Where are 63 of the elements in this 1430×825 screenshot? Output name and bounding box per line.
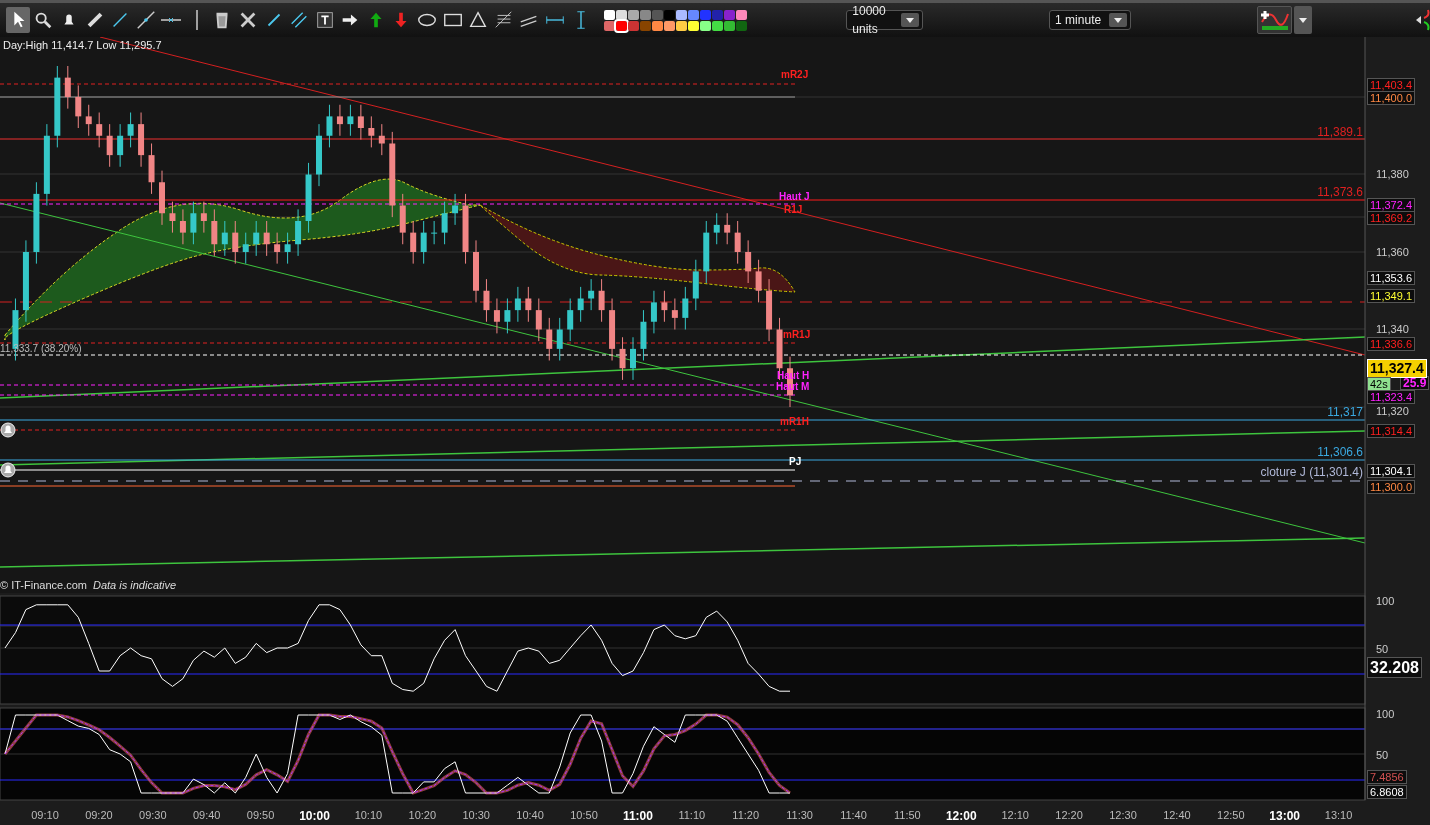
last-price-tag: 11,327.4 xyxy=(1367,359,1427,378)
time-axis-label: 11:10 xyxy=(678,808,706,823)
rsi-value-tag: 32.208 xyxy=(1367,657,1422,678)
axis-tick-label: 11,380 xyxy=(1376,168,1409,180)
time-axis-label: 09:50 xyxy=(246,808,275,823)
axis-tick-label: 100 xyxy=(1376,595,1395,607)
time-axis-label: 12:40 xyxy=(1163,808,1191,823)
level-label: R1J xyxy=(784,204,803,216)
countdown-badge: 42s xyxy=(1367,377,1391,391)
time-axis-label: 12:50 xyxy=(1217,808,1245,823)
line-label: 11,373.6 xyxy=(1317,186,1363,198)
stochastic-value-tag: 6.8608 xyxy=(1367,785,1407,799)
level-label: Haut J xyxy=(779,191,810,203)
axis-tick-label: 100 xyxy=(1376,708,1395,720)
time-axis-label: 10:50 xyxy=(570,808,598,823)
price-tag: 11,400.0 xyxy=(1367,91,1415,105)
price-tag: 11,353.6 xyxy=(1367,271,1415,285)
time-axis-label: 09:30 xyxy=(139,808,167,823)
time-axis-label: 10:20 xyxy=(408,808,437,823)
time-axis-label: 11:50 xyxy=(894,808,921,823)
level-label: mR1J xyxy=(783,329,811,341)
time-axis-label: 09:40 xyxy=(192,808,221,823)
time-axis-label: 10:10 xyxy=(354,808,383,823)
price-tag: 11,349.1 xyxy=(1367,289,1415,303)
time-axis-label: 10:30 xyxy=(462,808,490,823)
time-axis-label: 11:30 xyxy=(786,808,813,823)
time-axis-label: 09:10 xyxy=(31,808,59,823)
axis-tick-label: 11,360 xyxy=(1376,246,1409,258)
time-axis-label: 12:20 xyxy=(1055,808,1083,823)
time-axis-label: 11:40 xyxy=(840,808,867,823)
line-label: 11,317 xyxy=(1327,406,1363,418)
line-label: 11,389.1 xyxy=(1317,126,1363,138)
price-tag: 11,372.4 xyxy=(1367,198,1415,212)
line-label: cloture J (11,301.4) xyxy=(1260,466,1363,478)
time-axis-label: 09:20 xyxy=(85,808,113,823)
time-axis-label: 10:00 xyxy=(299,808,330,825)
time-axis-label: 10:40 xyxy=(516,808,544,823)
price-tag: 11,300.0 xyxy=(1367,480,1415,494)
axis-tick-label: 11,340 xyxy=(1376,323,1409,335)
price-tag: 11,369.2 xyxy=(1367,211,1415,225)
price-tag: 11,304.1 xyxy=(1367,464,1415,478)
price-tag: 11,314.4 xyxy=(1367,424,1415,438)
axis-tick-label: 50 xyxy=(1376,749,1389,761)
line-label: 11,306.6 xyxy=(1317,446,1363,458)
price-tag: 11,336.6 xyxy=(1367,337,1415,351)
level-label: mR1H xyxy=(780,416,809,428)
dropdown[interactable]: 1 minute xyxy=(1049,10,1131,30)
disclaimer-text: Data is indicative xyxy=(93,579,177,591)
time-axis-label: 11:20 xyxy=(732,808,760,823)
axis-tick-label: 50 xyxy=(1376,643,1389,655)
stochastic-value-tag: 7.4856 xyxy=(1367,770,1407,784)
time-axis-label: 13:10 xyxy=(1324,808,1353,823)
price-tag: 11,323.4 xyxy=(1367,390,1415,404)
time-axis-label: 13:00 xyxy=(1269,808,1301,825)
level-label: PJ xyxy=(789,456,802,468)
time-axis-label: 11:00 xyxy=(622,808,653,825)
copyright-text: © IT-Finance.com xyxy=(0,579,87,591)
level-label: mR2J xyxy=(781,69,809,81)
axis-tick-label: 11,320 xyxy=(1376,405,1409,417)
time-axis-label: 12:10 xyxy=(1001,808,1029,823)
time-axis-label: 12:00 xyxy=(945,808,977,825)
time-axis-label: 12:30 xyxy=(1109,808,1137,823)
price-tag: 11,403.4 xyxy=(1367,78,1415,92)
